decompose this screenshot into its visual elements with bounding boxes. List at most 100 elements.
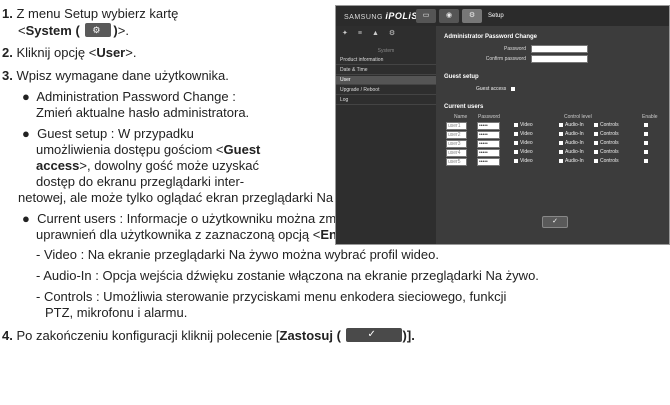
text: Audio-In — [565, 131, 584, 137]
user-row: user1 ••••• Video Audio-In Controls — [444, 122, 666, 130]
monitor-icon[interactable]: ▭ — [416, 9, 436, 23]
controls-option[interactable]: Controls — [594, 140, 619, 146]
sidebar-category-icons: ✦≡▲⚙︎ — [342, 30, 405, 37]
video-option[interactable]: Video — [514, 158, 533, 164]
text: Zastosuj ( — [279, 328, 341, 343]
password-input[interactable] — [531, 45, 588, 53]
text: Guest setup : W przypadku — [37, 126, 194, 141]
user-name-field[interactable]: user3 — [446, 140, 467, 148]
apply-button-icon: ✓ — [345, 328, 402, 342]
admin-password-title: Administrator Password Change — [444, 34, 538, 40]
enable-option[interactable] — [644, 131, 650, 137]
video-checkbox[interactable] — [514, 149, 518, 154]
user-name-field[interactable]: user5 — [446, 158, 467, 166]
step-3: 3. Wpisz wymagane dane użytkownika. — [2, 68, 229, 83]
controls-checkbox[interactable] — [594, 158, 598, 163]
sidebar: ✦≡▲⚙︎ System Product information Date & … — [336, 26, 436, 244]
audio-checkbox[interactable] — [559, 131, 563, 136]
audio-option[interactable]: Audio-In — [559, 131, 584, 137]
enable-option[interactable] — [644, 140, 650, 146]
user-password-field[interactable]: ••••• — [477, 131, 500, 139]
dash-video: - Video : Na ekranie przeglądarki Na żyw… — [36, 247, 439, 262]
col-name: Name — [454, 114, 468, 120]
sidebar-item-upgrade-reboot[interactable]: Upgrade / Reboot — [336, 86, 436, 95]
user-password-field[interactable]: ••••• — [477, 122, 500, 130]
user-name-field[interactable]: user2 — [446, 131, 467, 139]
audio-checkbox[interactable] — [559, 140, 563, 145]
text: Audio-In — [565, 149, 584, 155]
sidebar-item-log[interactable]: Log — [336, 96, 436, 105]
controls-option[interactable]: Controls — [594, 149, 619, 155]
user-name-field[interactable]: user4 — [446, 149, 467, 157]
controls-option[interactable]: Controls — [594, 122, 619, 128]
audio-option[interactable]: Audio-In — [559, 158, 584, 164]
user-password-field[interactable]: ••••• — [477, 158, 500, 166]
sidebar-item-user[interactable]: User — [336, 76, 436, 85]
enable-checkbox[interactable] — [644, 140, 648, 145]
text: < — [18, 23, 26, 38]
step-number: 4. — [2, 328, 13, 343]
guest-access-checkbox[interactable] — [510, 86, 515, 91]
sidebar-section-title: System — [377, 48, 395, 54]
enable-checkbox[interactable] — [644, 122, 648, 127]
user-name-field[interactable]: user1 — [446, 122, 467, 130]
text: Audio-In — [565, 158, 584, 164]
audio-checkbox[interactable] — [559, 158, 563, 163]
text: umożliwienia dostępu gościom < — [36, 142, 224, 157]
bullet-admin-password: ● Administration Password Change : — [22, 89, 236, 104]
text: Administration Password Change : — [36, 89, 236, 104]
audio-checkbox[interactable] — [559, 122, 563, 127]
video-icon[interactable]: ✦ — [342, 30, 358, 37]
text: Po zakończeniu konfiguracji kliknij pole… — [16, 328, 280, 343]
enable-option[interactable] — [644, 158, 650, 164]
sidebar-item-product-info[interactable]: Product information — [336, 56, 436, 65]
step-number: 2. — [2, 45, 13, 60]
enable-option[interactable] — [644, 122, 650, 128]
user-password-field[interactable]: ••••• — [477, 149, 500, 157]
video-checkbox[interactable] — [514, 122, 518, 127]
video-option[interactable]: Video — [514, 140, 533, 146]
password-label: Password — [504, 46, 526, 52]
step-4: 4. Po zakończeniu konfiguracji kliknij p… — [2, 328, 415, 343]
controls-checkbox[interactable] — [594, 131, 598, 136]
video-checkbox[interactable] — [514, 131, 518, 136]
video-checkbox[interactable] — [514, 158, 518, 163]
confirm-password-input[interactable] — [531, 55, 588, 63]
video-option[interactable]: Video — [514, 131, 533, 137]
audio-option[interactable]: Audio-In — [559, 149, 584, 155]
enable-option[interactable] — [644, 149, 650, 155]
checkmark-icon: ✓ — [367, 329, 376, 340]
enable-checkbox[interactable] — [644, 149, 648, 154]
system-icon[interactable]: ⚙︎ — [389, 30, 405, 37]
text: Video — [520, 149, 533, 155]
controls-checkbox[interactable] — [594, 122, 598, 127]
controls-option[interactable]: Controls — [594, 158, 619, 164]
checkmark-icon: ✓ — [552, 218, 558, 225]
text: >. — [117, 23, 129, 38]
audio-option[interactable]: Audio-In — [559, 122, 584, 128]
dash-controls: - Controls : Umożliwia sterowanie przyci… — [36, 289, 506, 304]
video-option[interactable]: Video — [514, 122, 533, 128]
audio-checkbox[interactable] — [559, 149, 563, 154]
apply-button[interactable]: ✓ — [542, 216, 568, 228]
user-password-field[interactable]: ••••• — [477, 140, 500, 148]
enable-checkbox[interactable] — [644, 158, 648, 163]
bullet-icon: ● — [22, 211, 30, 226]
sidebar-item-date-time[interactable]: Date & Time — [336, 66, 436, 75]
text: dostęp do ekranu przeglądarki inter- — [36, 174, 245, 189]
text: Audio-In — [565, 140, 584, 146]
text: Audio-In — [565, 122, 584, 128]
setup-gear-icon[interactable]: ⚙︎ — [462, 9, 482, 23]
controls-checkbox[interactable] — [594, 140, 598, 145]
audio-option[interactable]: Audio-In — [559, 140, 584, 146]
playback-icon[interactable]: ◉ — [439, 9, 459, 23]
video-checkbox[interactable] — [514, 140, 518, 145]
user-row: user5 ••••• Video Audio-In Controls — [444, 158, 666, 166]
event-icon[interactable]: ▲ — [372, 30, 389, 37]
text: Guest — [223, 142, 261, 157]
network-icon[interactable]: ≡ — [358, 30, 372, 37]
enable-checkbox[interactable] — [644, 131, 648, 136]
video-option[interactable]: Video — [514, 149, 533, 155]
controls-option[interactable]: Controls — [594, 131, 619, 137]
controls-checkbox[interactable] — [594, 149, 598, 154]
